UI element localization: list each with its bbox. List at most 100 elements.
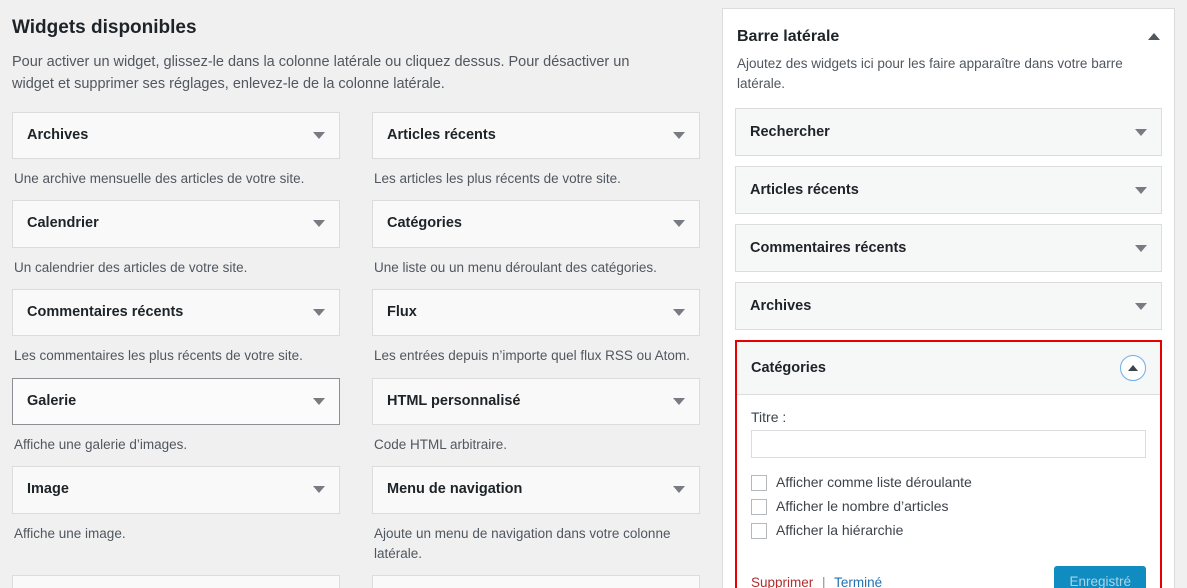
available-widgets-pane: Widgets disponibles Pour activer un widg…	[0, 0, 712, 588]
circle-chevron-up-icon[interactable]	[1120, 355, 1146, 382]
widget-description: Les entrées depuis n’importe quel flux R…	[374, 348, 690, 364]
widget-cell: Menu de navigation Ajoute un menu de nav…	[372, 466, 700, 575]
sidebar-widget-categories-expanded: Catégories Titre : Afficher comme liste …	[735, 340, 1162, 588]
option-label: Afficher la hiérarchie	[776, 522, 904, 539]
widget-description: Ajoute un menu de navigation dans votre …	[374, 525, 671, 561]
chevron-down-icon[interactable]	[1135, 128, 1147, 136]
available-widgets-grid: Archives Une archive mensuelle des artic…	[12, 111, 700, 588]
widget-cell: Galerie Affiche une galerie d’images.	[12, 377, 340, 467]
chevron-down-icon[interactable]	[673, 486, 685, 494]
sidebar-widget-articles-recents[interactable]: Articles récents	[735, 166, 1162, 215]
widget-cell: Calendrier Un calendrier des articles de…	[12, 200, 340, 289]
option-label: Afficher comme liste déroulante	[776, 474, 972, 491]
widget-description: Code HTML arbitraire.	[374, 436, 508, 452]
option-hierarchy-row[interactable]: Afficher la hiérarchie	[751, 520, 1146, 541]
available-widget-menu-de-navigation[interactable]: Menu de navigation	[372, 466, 700, 514]
widget-title: Flux	[387, 303, 417, 320]
widget-cell: Image Affiche une image.	[12, 466, 340, 575]
widget-title: Calendrier	[27, 215, 99, 232]
sidebar-panel-title: Barre latérale	[737, 28, 840, 45]
available-widget-calendrier[interactable]: Calendrier	[12, 200, 340, 248]
widget-title: Galerie	[27, 392, 77, 409]
chevron-down-icon[interactable]	[313, 309, 325, 317]
sidebar-widget-commentaires-recents[interactable]: Commentaires récents	[735, 224, 1162, 273]
widget-cell: Commentaires récents Les commentaires le…	[12, 288, 340, 378]
sidebar-widget-rechercher[interactable]: Rechercher	[735, 108, 1162, 157]
option-post-counts-row[interactable]: Afficher le nombre d’articles	[751, 496, 1146, 517]
widget-description: Une liste ou un menu déroulant des catég…	[374, 259, 657, 275]
option-label: Afficher le nombre d’articles	[776, 498, 949, 515]
widget-cell: Articles récents Les articles les plus r…	[372, 111, 700, 201]
chevron-down-icon[interactable]	[673, 131, 685, 139]
available-widget-nuage-detiquettes[interactable]: Nuage d’étiquettes	[372, 575, 700, 588]
available-widget-meta[interactable]: Méta	[12, 575, 340, 588]
available-widget-articles-recents[interactable]: Articles récents	[372, 111, 700, 160]
sidebar-widget-archives[interactable]: Archives	[735, 282, 1162, 331]
sidebar-widget-title: Rechercher	[750, 124, 830, 141]
sidebar-widget-title: Commentaires récents	[750, 240, 907, 257]
page-description: Pour activer un widget, glissez-le dans …	[12, 53, 630, 93]
sidebar-pane: Barre latérale Ajoutez des widgets ici p…	[712, 0, 1187, 588]
chevron-down-icon[interactable]	[313, 131, 325, 139]
widget-cell: Méta	[12, 575, 340, 588]
chevron-down-icon[interactable]	[673, 397, 685, 405]
chevron-up-glyph	[1128, 365, 1138, 372]
chevron-down-icon[interactable]	[1135, 244, 1147, 252]
widget-title: Archives	[27, 126, 89, 143]
title-field-label: Titre :	[751, 409, 787, 426]
sidebar-panel: Barre latérale Ajoutez des widgets ici p…	[722, 8, 1175, 588]
widget-description: Les articles les plus récents de votre s…	[374, 171, 621, 187]
chevron-down-icon[interactable]	[673, 309, 685, 317]
available-widget-archives[interactable]: Archives	[12, 111, 340, 160]
categories-options: Afficher comme liste déroulante Afficher…	[751, 472, 1146, 541]
widgets-admin-screen: Widgets disponibles Pour activer un widg…	[0, 0, 1187, 588]
widget-cell: Flux Les entrées depuis n’importe quel f…	[372, 288, 700, 378]
available-widget-categories[interactable]: Catégories	[372, 200, 700, 248]
option-dropdown-row[interactable]: Afficher comme liste déroulante	[751, 472, 1146, 493]
widget-cell: Catégories Une liste ou un menu déroulan…	[372, 200, 700, 289]
title-input[interactable]	[751, 430, 1146, 459]
sidebar-panel-header[interactable]: Barre latérale	[735, 23, 1162, 48]
chevron-down-icon[interactable]	[673, 220, 685, 228]
sidebar-widget-title: Archives	[750, 298, 812, 315]
chevron-down-icon[interactable]	[313, 486, 325, 494]
page-title: Widgets disponibles	[12, 17, 197, 38]
chevron-down-icon[interactable]	[1135, 302, 1147, 310]
checkbox-afficher-liste-deroulante[interactable]	[751, 474, 767, 491]
checkbox-afficher-nombre-articles[interactable]	[751, 498, 767, 515]
widget-title: Articles récents	[387, 126, 496, 143]
footer-links: Supprimer | Terminé	[751, 575, 1054, 588]
widget-title: Catégories	[387, 215, 462, 232]
widget-cell: Nuage d’étiquettes	[372, 575, 700, 588]
sidebar-widget-categories-footer: Supprimer | Terminé Enregistré	[737, 554, 1160, 588]
available-widget-html-personnalise[interactable]: HTML personnalisé	[372, 377, 700, 425]
widget-description: Affiche une galerie d’images.	[14, 436, 188, 452]
available-widget-flux[interactable]: Flux	[372, 288, 700, 337]
widget-cell: HTML personnalisé Code HTML arbitraire.	[372, 377, 700, 467]
done-link[interactable]: Terminé	[834, 575, 882, 588]
widget-title: Image	[27, 481, 69, 498]
sidebar-widget-title: Articles récents	[750, 182, 859, 199]
checkbox-afficher-hierarchie[interactable]	[751, 522, 767, 539]
available-widget-galerie[interactable]: Galerie	[12, 377, 340, 425]
save-button[interactable]: Enregistré	[1054, 566, 1146, 588]
widget-title: HTML personnalisé	[387, 392, 521, 409]
widget-description: Les commentaires les plus récents de vot…	[14, 348, 303, 364]
delete-widget-link[interactable]: Supprimer	[751, 575, 813, 588]
widget-title: Commentaires récents	[27, 303, 184, 320]
link-separator: |	[822, 574, 826, 588]
sidebar-widget-categories-header[interactable]: Catégories	[737, 342, 1160, 396]
sidebar-panel-description: Ajoutez des widgets ici pour les faire a…	[737, 55, 1123, 92]
widget-cell: Archives Une archive mensuelle des artic…	[12, 111, 340, 201]
chevron-down-icon[interactable]	[1135, 186, 1147, 194]
widget-title: Menu de navigation	[387, 481, 523, 498]
sidebar-widget-title: Catégories	[751, 360, 826, 377]
chevron-up-icon[interactable]	[1148, 33, 1160, 40]
available-widget-image[interactable]: Image	[12, 466, 340, 514]
sidebar-widget-categories-body: Titre : Afficher comme liste déroulante …	[737, 395, 1160, 555]
available-widget-commentaires-recents[interactable]: Commentaires récents	[12, 288, 340, 337]
chevron-down-icon[interactable]	[313, 397, 325, 405]
chevron-down-icon[interactable]	[313, 220, 325, 228]
widget-description: Un calendrier des articles de votre site…	[14, 259, 248, 275]
widget-description: Affiche une image.	[14, 525, 126, 541]
